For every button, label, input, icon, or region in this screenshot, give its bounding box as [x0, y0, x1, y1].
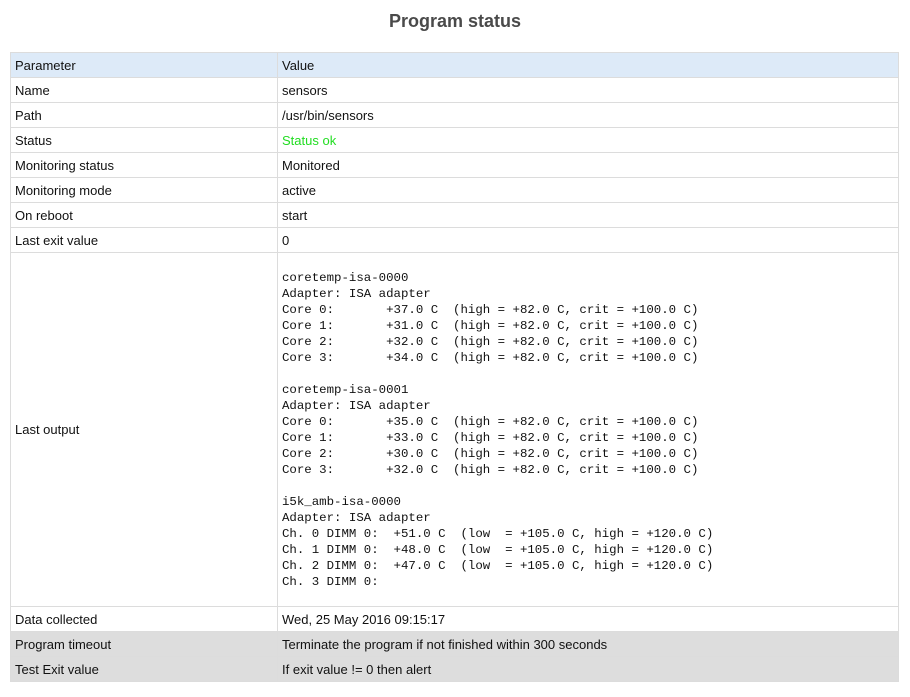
- row-label: Monitoring mode: [10, 177, 278, 203]
- row-value: 0: [277, 227, 899, 253]
- row-label: On reboot: [10, 202, 278, 228]
- table-row-last-exit-value: Last exit value 0: [10, 227, 899, 253]
- header-value: Value: [277, 52, 899, 78]
- last-output-cell: coretemp-isa-0000 Adapter: ISA adapter C…: [277, 252, 899, 607]
- table-row-name: Name sensors: [10, 77, 899, 103]
- row-value: /usr/bin/sensors: [277, 102, 899, 128]
- table-row-last-output: Last output coretemp-isa-0000 Adapter: I…: [10, 252, 899, 607]
- table-row-monitoring-status: Monitoring status Monitored: [10, 152, 899, 178]
- row-label: Path: [10, 102, 278, 128]
- row-value: Monitored: [277, 152, 899, 178]
- row-value: Wed, 25 May 2016 09:15:17: [277, 606, 899, 632]
- row-label: Test Exit value: [10, 656, 278, 682]
- table-row-monitoring-mode: Monitoring mode active: [10, 177, 899, 203]
- row-label: Program timeout: [10, 631, 278, 657]
- table-header-row: Parameter Value: [10, 52, 899, 78]
- row-value: sensors: [277, 77, 899, 103]
- table-row-data-collected: Data collected Wed, 25 May 2016 09:15:17: [10, 606, 899, 632]
- row-label: Monitoring status: [10, 152, 278, 178]
- row-label: Last exit value: [10, 227, 278, 253]
- table-row-path: Path /usr/bin/sensors: [10, 102, 899, 128]
- row-label: Status: [10, 127, 278, 153]
- program-status-table: Parameter Value Name sensors Path /usr/b…: [10, 52, 899, 682]
- row-value: If exit value != 0 then alert: [277, 656, 899, 682]
- last-output-text: coretemp-isa-0000 Adapter: ISA adapter C…: [282, 271, 714, 589]
- row-label: Last output: [10, 252, 278, 607]
- row-label: Data collected: [10, 606, 278, 632]
- row-value: Terminate the program if not finished wi…: [277, 631, 899, 657]
- header-parameter: Parameter: [10, 52, 278, 78]
- row-label: Name: [10, 77, 278, 103]
- status-value: Status ok: [277, 127, 899, 153]
- page-title: Program status: [388, 11, 522, 31]
- row-value: active: [277, 177, 899, 203]
- table-row-test-exit-value: Test Exit value If exit value != 0 then …: [10, 656, 899, 682]
- table-row-on-reboot: On reboot start: [10, 202, 899, 228]
- table-row-status: Status Status ok: [10, 127, 899, 153]
- row-value: start: [277, 202, 899, 228]
- table-row-program-timeout: Program timeout Terminate the program if…: [10, 631, 899, 657]
